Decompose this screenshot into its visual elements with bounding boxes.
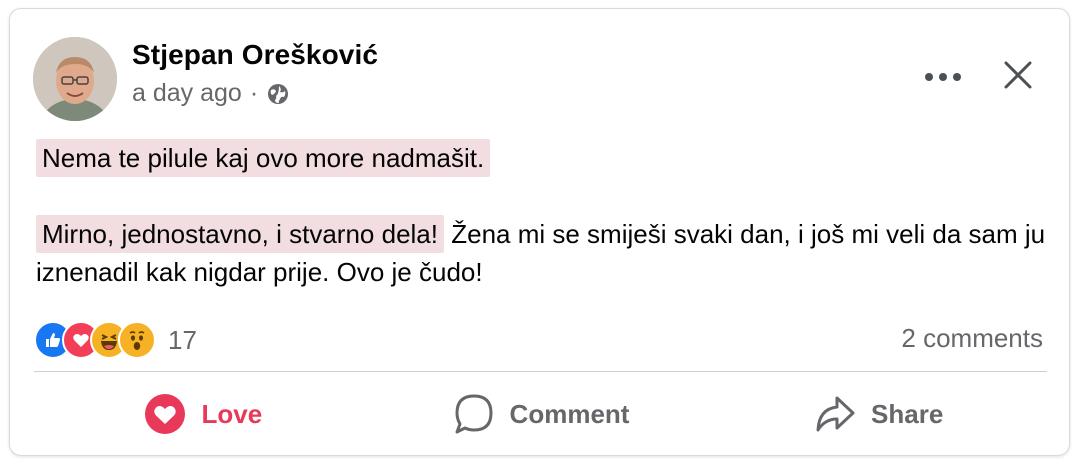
comment-icon xyxy=(455,394,493,434)
close-button[interactable] xyxy=(998,55,1038,95)
avatar[interactable] xyxy=(33,37,117,121)
more-icon xyxy=(925,73,961,81)
love-label: Love xyxy=(201,398,263,429)
comment-button[interactable]: Comment xyxy=(372,381,710,447)
post-paragraph: Nema te pilule kaj ovo more nadmašit. xyxy=(36,139,1046,177)
share-icon xyxy=(816,396,855,432)
love-icon xyxy=(145,394,186,434)
reaction-count: 17 xyxy=(168,324,197,355)
highlighted-text: Mirno, jednostavno, i stvarno dela! xyxy=(36,215,444,253)
comment-label: Comment xyxy=(509,398,630,429)
meta-separator: · xyxy=(249,79,259,107)
highlighted-text: Nema te pilule kaj ovo more nadmašit. xyxy=(36,139,491,177)
wow-icon xyxy=(118,321,156,359)
divider xyxy=(34,371,1047,372)
action-bar: Love Comment Share xyxy=(34,381,1047,447)
close-icon xyxy=(1004,61,1032,89)
post-timestamp[interactable]: a day ago xyxy=(132,79,242,108)
more-options-button[interactable] xyxy=(915,61,971,93)
post-paragraph: Mirno, jednostavno, i stvarno dela! Žena… xyxy=(36,215,1046,291)
author-name[interactable]: Stjepan Orešković xyxy=(132,39,378,71)
share-button[interactable]: Share xyxy=(709,381,1047,447)
post-meta: a day ago · xyxy=(132,79,290,108)
reactions-summary[interactable]: 17 xyxy=(34,321,197,359)
love-button[interactable]: Love xyxy=(34,381,372,447)
comments-count[interactable]: 2 comments xyxy=(901,323,1043,354)
post-body: Nema te pilule kaj ovo more nadmašit. Mi… xyxy=(36,139,1046,291)
post-card: Stjepan Orešković a day ago · Nema te pi… xyxy=(9,8,1070,456)
share-label: Share xyxy=(871,398,944,429)
globe-icon xyxy=(266,82,290,106)
